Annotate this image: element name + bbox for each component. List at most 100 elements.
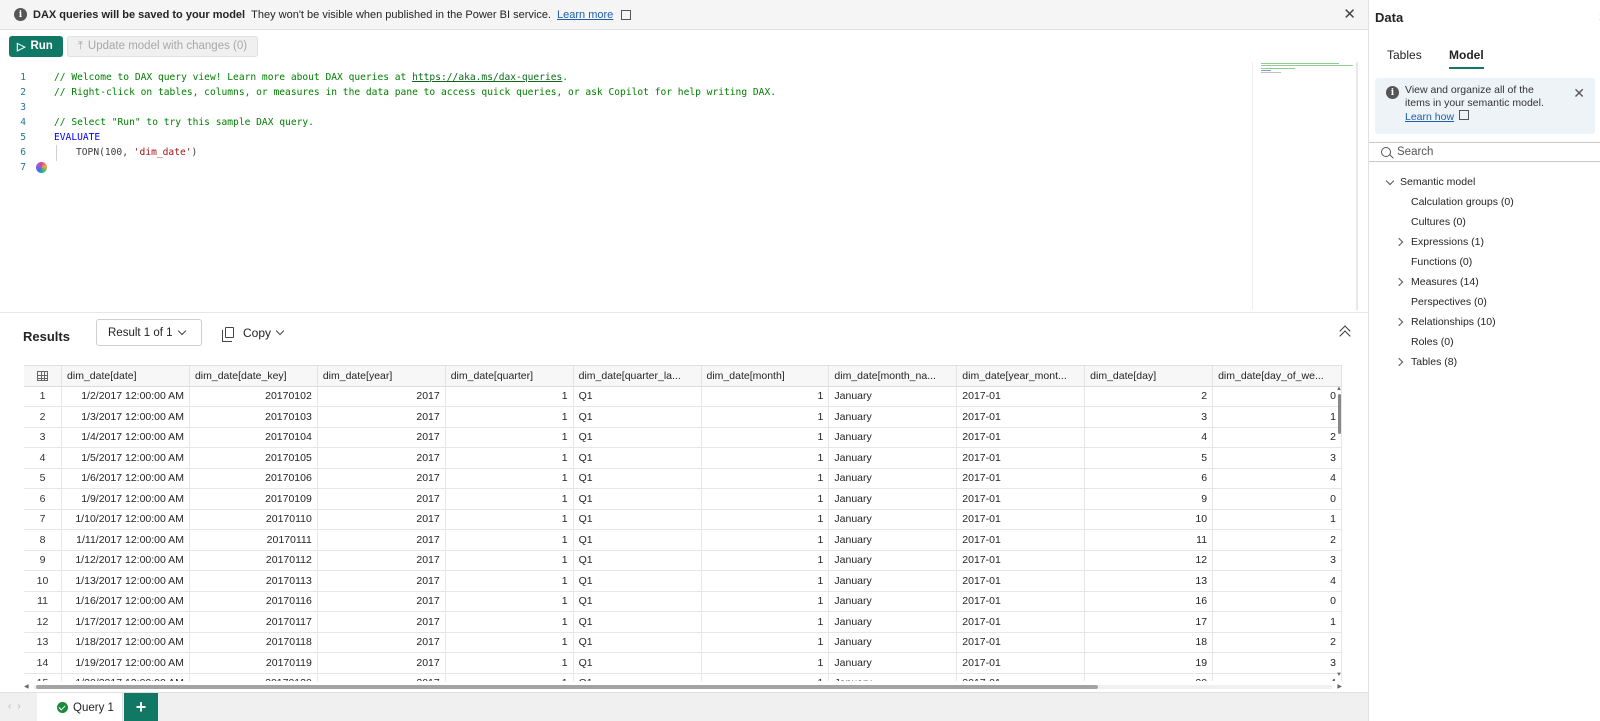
code-editor[interactable]: 1 // Welcome to DAX query view! Learn mo… — [0, 62, 1252, 310]
tree-item[interactable]: Perspectives (0) — [1411, 292, 1487, 312]
close-info-icon[interactable]: ✕ — [1573, 85, 1585, 102]
table-cell[interactable]: 2017 — [317, 591, 446, 612]
table-cell[interactable]: Q1 — [573, 550, 702, 571]
table-cell[interactable]: 9 — [1084, 488, 1214, 510]
table-cell[interactable]: January — [828, 447, 958, 469]
table-cell[interactable]: Q1 — [573, 632, 702, 653]
table-cell[interactable]: January — [828, 468, 958, 489]
table-cell[interactable]: 1 — [445, 386, 574, 407]
table-cell[interactable]: 20170110 — [189, 509, 318, 530]
table-cell[interactable]: 1 — [445, 447, 574, 469]
table-cell[interactable]: January — [828, 550, 958, 571]
table-cell[interactable]: Q1 — [573, 611, 702, 633]
table-cell[interactable]: 1/5/2017 12:00:00 AM — [61, 447, 190, 469]
table-cell[interactable]: 1 — [701, 611, 830, 633]
table-cell[interactable]: 1 — [445, 406, 574, 428]
table-cell[interactable]: 1 — [445, 550, 574, 571]
table-row[interactable]: 14 1/19/2017 12:00:00 AM 20170119 2017 1 Q1 1 J… — [24, 652, 1342, 674]
table-cell[interactable]: 4 — [1084, 427, 1214, 448]
scroll-thumb[interactable] — [36, 685, 1098, 689]
table-cell[interactable]: 20170109 — [189, 488, 318, 510]
table-cell[interactable]: January — [828, 673, 958, 681]
tree-item[interactable]: Functions (0) — [1411, 252, 1472, 272]
table-cell[interactable]: January — [828, 529, 958, 551]
table-cell[interactable]: 1 — [701, 591, 830, 612]
table-cell[interactable]: 1 — [445, 570, 574, 592]
column-header[interactable]: dim_date[year_mont... — [956, 366, 1086, 387]
table-cell[interactable]: 13 — [1084, 570, 1214, 592]
table-cell[interactable]: 1 — [445, 611, 574, 633]
update-model-button[interactable]: ⤒ Update model with changes (0) — [66, 35, 259, 57]
table-cell[interactable]: 10 — [1084, 509, 1214, 530]
table-cell[interactable]: 1/2/2017 12:00:00 AM — [61, 386, 190, 407]
tab-tables[interactable]: Tables — [1387, 48, 1422, 62]
table-row[interactable]: 6 1/9/2017 12:00:00 AM 20170109 2017 1 Q1 1 Jan… — [24, 488, 1342, 510]
table-cell[interactable]: 20170106 — [189, 468, 318, 489]
table-cell[interactable]: 1/12/2017 12:00:00 AM — [61, 550, 190, 571]
table-cell[interactable]: 3 — [1084, 406, 1214, 428]
table-cell[interactable]: 20170120 — [189, 673, 318, 681]
table-cell[interactable]: 12 — [1084, 550, 1214, 571]
table-cell[interactable]: 2017 — [317, 427, 446, 448]
table-cell[interactable]: 2 — [1212, 632, 1342, 653]
table-cell[interactable]: Q1 — [573, 447, 702, 469]
table-cell[interactable]: 2017 — [317, 550, 446, 571]
editor-scrollbar[interactable] — [1356, 62, 1358, 310]
table-cell[interactable]: 0 — [1212, 488, 1342, 510]
table-cell[interactable]: 1/17/2017 12:00:00 AM — [61, 611, 190, 633]
column-header[interactable]: dim_date[month_na... — [828, 366, 958, 387]
table-cell[interactable]: Q1 — [573, 427, 702, 448]
column-header[interactable]: dim_date[date] — [61, 366, 190, 387]
table-row[interactable]: 11 1/16/2017 12:00:00 AM 20170116 2017 1 Q1 1 J… — [24, 591, 1342, 612]
scroll-thumb[interactable] — [1338, 394, 1341, 434]
table-cell[interactable]: 3 — [1212, 447, 1342, 469]
table-cell[interactable]: 1 — [1212, 509, 1342, 530]
table-cell[interactable]: 1 — [445, 632, 574, 653]
code-minimap[interactable] — [1252, 62, 1356, 310]
table-cell[interactable]: 1/20/2017 12:00:00 AM — [61, 673, 190, 681]
copilot-icon[interactable] — [36, 162, 47, 173]
collapse-results-icon[interactable] — [1339, 325, 1351, 342]
table-cell[interactable]: 20170117 — [189, 611, 318, 633]
table-cell[interactable]: 1 — [445, 488, 574, 510]
table-cell[interactable]: 4 — [1212, 468, 1342, 489]
table-cell[interactable]: 2017-01 — [956, 611, 1086, 633]
table-cell[interactable]: 1 — [701, 509, 830, 530]
table-cell[interactable]: Q1 — [573, 673, 702, 681]
table-cell[interactable]: January — [828, 652, 958, 674]
scroll-down-icon[interactable]: ▼ — [1336, 672, 1342, 678]
table-cell[interactable]: 1 — [701, 570, 830, 592]
table-cell[interactable]: 2017-01 — [956, 468, 1086, 489]
table-cell[interactable]: 2017 — [317, 447, 446, 469]
table-cell[interactable]: 1 — [445, 427, 574, 448]
table-row[interactable]: 4 1/5/2017 12:00:00 AM 20170105 2017 1 Q1 1 Jan… — [24, 447, 1342, 469]
add-query-button[interactable]: + — [124, 693, 158, 721]
horizontal-scrollbar[interactable]: ◀ ▶ — [24, 682, 1342, 690]
table-cell[interactable]: 1 — [701, 386, 830, 407]
table-cell[interactable]: 2017-01 — [956, 673, 1086, 681]
table-cell[interactable]: 1 — [701, 529, 830, 551]
table-cell[interactable]: 2017 — [317, 386, 446, 407]
table-cell[interactable]: 2 — [1212, 529, 1342, 551]
table-cell[interactable]: 20170103 — [189, 406, 318, 428]
table-cell[interactable]: 20170112 — [189, 550, 318, 571]
table-cell[interactable]: 3 — [1212, 550, 1342, 571]
table-cell[interactable]: January — [828, 611, 958, 633]
close-banner-icon[interactable]: ✕ — [1343, 7, 1356, 22]
tree-item[interactable]: Cultures (0) — [1411, 212, 1466, 232]
table-cell[interactable]: Q1 — [573, 386, 702, 407]
table-cell[interactable]: Q1 — [573, 488, 702, 510]
table-cell[interactable]: 4 — [1212, 570, 1342, 592]
table-row[interactable]: 2 1/3/2017 12:00:00 AM 20170103 2017 1 Q1 1 Jan… — [24, 406, 1342, 428]
chevron-right-icon[interactable] — [1394, 237, 1404, 247]
table-cell[interactable]: Q1 — [573, 406, 702, 428]
table-cell[interactable]: 1/10/2017 12:00:00 AM — [61, 509, 190, 530]
table-cell[interactable]: 4 — [1212, 673, 1342, 681]
table-cell[interactable]: 2017 — [317, 529, 446, 551]
table-cell[interactable]: 2017-01 — [956, 529, 1086, 551]
table-cell[interactable]: 2017 — [317, 488, 446, 510]
table-cell[interactable]: 1 — [445, 652, 574, 674]
table-cell[interactable]: 2 — [1084, 386, 1214, 407]
chevron-right-icon[interactable] — [1394, 277, 1404, 287]
table-cell[interactable]: 1/4/2017 12:00:00 AM — [61, 427, 190, 448]
